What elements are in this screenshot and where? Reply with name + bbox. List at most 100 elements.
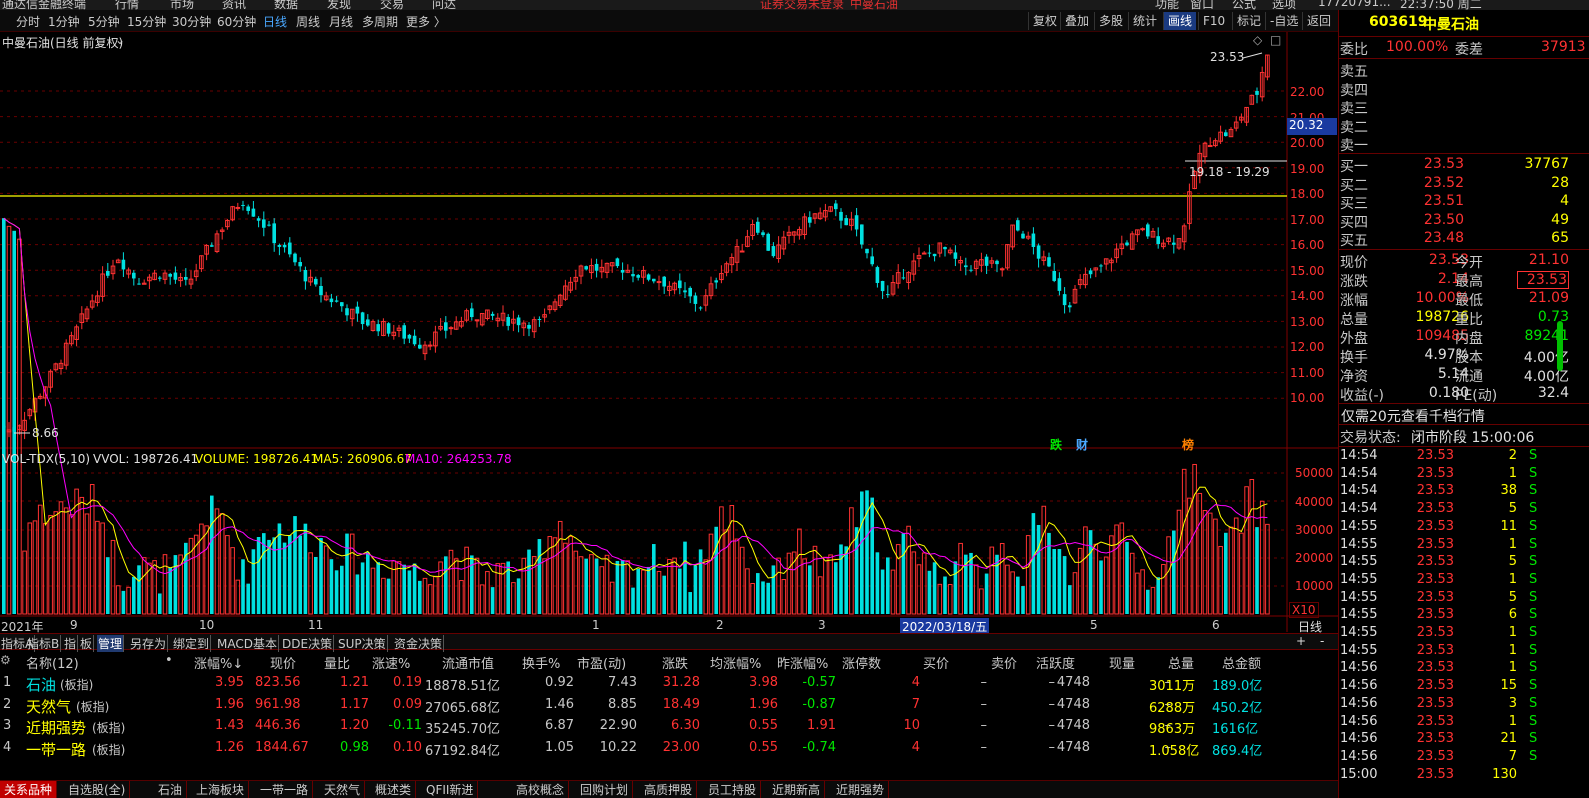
- header-change[interactable]: 涨幅%↓: [194, 653, 243, 672]
- period-tab-timeshare[interactable]: 分时: [16, 13, 40, 30]
- volume-bar: [376, 562, 380, 614]
- volume-bar: [126, 586, 131, 615]
- block-tab-4[interactable]: 一带一路: [256, 781, 314, 798]
- period-tab-monthly[interactable]: 月线: [329, 13, 353, 30]
- candle-body: [303, 269, 308, 282]
- period-tab-daily[interactable]: 日线: [263, 13, 287, 30]
- overlay-button[interactable]: 叠加: [1060, 12, 1093, 30]
- scrollbar-thumb[interactable]: [1557, 321, 1563, 371]
- candle-body: [386, 323, 391, 334]
- menu-item-trade[interactable]: 交易: [380, 0, 404, 10]
- period-tab-1min[interactable]: 1分钟: [48, 13, 80, 30]
- block-tab-2[interactable]: 石油: [154, 781, 188, 798]
- tick-volume: 1: [1508, 660, 1517, 676]
- menu-item-quotes[interactable]: 行情: [115, 0, 139, 10]
- indicator-remove-icon[interactable]: -: [1320, 634, 1324, 648]
- header-prev-change[interactable]: 昨涨幅%: [777, 653, 828, 672]
- block-tab-3[interactable]: 上海板块: [192, 781, 250, 798]
- tick-time: 14:54: [1340, 448, 1378, 463]
- header-bid[interactable]: 买价: [923, 653, 949, 672]
- period-tab-multi[interactable]: 多周期: [362, 13, 398, 30]
- expand-icon[interactable]: □: [1270, 33, 1281, 47]
- table-row[interactable]: 1 石油 (板指) 3.95 823.56 1.21 0.19 18878.51亿 0.92 7.…: [0, 673, 1338, 694]
- header-total-vol[interactable]: 总量: [1168, 653, 1194, 672]
- header-volume-ratio[interactable]: 量比: [324, 653, 350, 672]
- menu-item-window[interactable]: 窗口: [1190, 0, 1214, 10]
- multi-stock-button[interactable]: 多股: [1094, 12, 1127, 30]
- marker-finance[interactable]: 财: [1076, 436, 1088, 453]
- promo-link[interactable]: 仅需20元查看千档行情: [1341, 406, 1485, 426]
- block-tab-1[interactable]: 自选股(全): [64, 781, 131, 798]
- volume-bar: [1109, 535, 1114, 615]
- kline-chart-svg[interactable]: [0, 32, 1338, 633]
- mark-button[interactable]: 标记: [1232, 12, 1265, 30]
- menu-item-discover[interactable]: 发现: [327, 0, 351, 10]
- header-speed[interactable]: 涨速%: [372, 653, 410, 672]
- candle-body: [121, 259, 126, 270]
- header-cur-vol[interactable]: 现量: [1109, 653, 1135, 672]
- gear-icon[interactable]: ⚙: [0, 653, 11, 667]
- indicator-add-icon[interactable]: +: [1296, 634, 1306, 648]
- header-diff[interactable]: 涨跌: [662, 653, 688, 672]
- menu-item-func[interactable]: 功能: [1155, 0, 1179, 10]
- block-tab-0[interactable]: 关系品种: [0, 781, 58, 798]
- diamond-icon[interactable]: ◇: [1253, 33, 1262, 47]
- menu-item-ask[interactable]: 问达: [432, 0, 456, 10]
- tick-side: S: [1529, 695, 1538, 711]
- block-tab-10[interactable]: 高质押股: [640, 781, 698, 798]
- header-activity[interactable]: 活跃度: [1036, 653, 1075, 672]
- table-row[interactable]: 4 一带一路 (板指) 1.26 1844.67 0.98 0.10 67192.84亿 1.0…: [0, 738, 1338, 759]
- tick-volume: 1: [1508, 571, 1517, 587]
- menu-item-formula[interactable]: 公式: [1232, 0, 1256, 10]
- row-index: 1: [3, 675, 12, 690]
- menu-login-notice[interactable]: 证券交易未登录: [760, 0, 844, 10]
- header-avg-change[interactable]: 均涨幅%: [710, 653, 761, 672]
- header-ask[interactable]: 卖价: [991, 653, 1017, 672]
- fuquan-button[interactable]: 复权: [1028, 12, 1061, 30]
- watchlist-button[interactable]: -自选: [1265, 12, 1302, 30]
- marker-drop[interactable]: 跌: [1050, 436, 1062, 453]
- table-row[interactable]: 2 天然气 (板指) 1.96 961.98 1.17 0.09 27065.68亿 1.46 8…: [0, 695, 1338, 716]
- volume-bar: [1119, 522, 1125, 615]
- header-pe[interactable]: 市盈(动): [577, 653, 626, 672]
- quote-panel: 603619 中曼石油 委比 100.00% 委差 37913 卖五 卖四 卖三 卖二…: [1338, 10, 1589, 798]
- period-tab-60min[interactable]: 60分钟: [217, 13, 256, 30]
- block-tab-13[interactable]: 近期强势: [832, 781, 890, 798]
- header-amount[interactable]: 总金额: [1222, 653, 1261, 672]
- volume-bar: [678, 568, 682, 614]
- block-tab-6[interactable]: 概述类: [371, 781, 417, 798]
- header-limit-count[interactable]: 涨停数: [842, 653, 881, 672]
- menu-item-data[interactable]: 数据: [274, 0, 298, 10]
- menu-item-options[interactable]: 选项: [1272, 0, 1296, 10]
- menu-item-app[interactable]: 通达信金融终端: [2, 0, 86, 10]
- stats-button[interactable]: 统计: [1128, 12, 1161, 30]
- block-tab-12[interactable]: 近期新高: [768, 781, 826, 798]
- draw-line-button[interactable]: 画线: [1163, 12, 1197, 30]
- menu-item-market[interactable]: 市场: [170, 0, 194, 10]
- block-tab-11[interactable]: 员工持股: [704, 781, 762, 798]
- table-row[interactable]: 3 近期强势 (板指) 1.43 446.36 1.20 -0.11 35245.70亿 6.8…: [0, 716, 1338, 737]
- tick-price: 23.53: [1416, 642, 1454, 658]
- block-tab-7[interactable]: QFII新进: [422, 781, 479, 798]
- block-tab-9[interactable]: 回购计划: [576, 781, 634, 798]
- header-mcap[interactable]: 流通市值: [442, 653, 494, 672]
- stock-name: 中曼石油: [1423, 17, 1479, 33]
- period-tab-5min[interactable]: 5分钟: [88, 13, 120, 30]
- tick-price: 23.53: [1416, 766, 1454, 782]
- block-tab-8[interactable]: 高校概念: [512, 781, 570, 798]
- menu-item-news[interactable]: 资讯: [222, 0, 246, 10]
- f10-button[interactable]: F10: [1198, 12, 1229, 30]
- block-tab-5[interactable]: 天然气: [320, 781, 366, 798]
- row-prev: -0.87: [802, 696, 836, 712]
- marker-billboard[interactable]: 榜: [1182, 436, 1194, 453]
- header-price[interactable]: 现价: [270, 653, 296, 672]
- chevron-down-icon[interactable]: ⌄: [115, 33, 125, 47]
- period-tab-30min[interactable]: 30分钟: [172, 13, 211, 30]
- kline-chart-area[interactable]: 中曼石油(日线 前复权) ⌄ ◇ □ 23.53 8.66 19.18 - 19…: [0, 32, 1338, 635]
- header-name[interactable]: 名称(12): [26, 653, 79, 672]
- period-tab-weekly[interactable]: 周线: [296, 13, 320, 30]
- period-tab-15min[interactable]: 15分钟: [127, 13, 166, 30]
- period-tab-more[interactable]: 更多 〉: [406, 13, 446, 30]
- header-turnover[interactable]: 换手%: [522, 653, 560, 672]
- back-button[interactable]: 返回: [1302, 12, 1335, 30]
